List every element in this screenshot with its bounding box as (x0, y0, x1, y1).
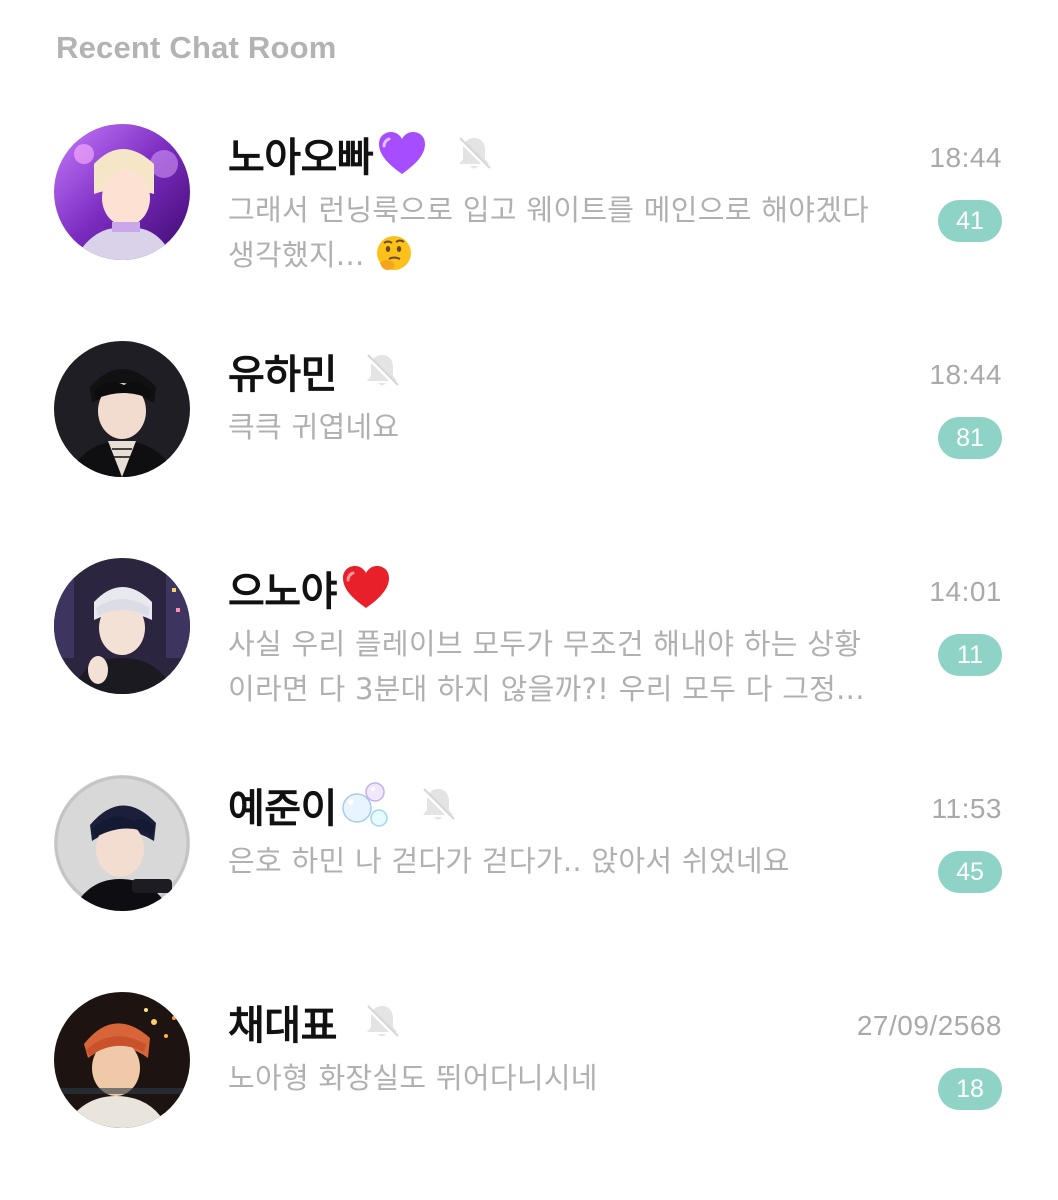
chat-row-chae[interactable]: 채대표 노아형 화장실도 뛰어다니시네 27/09/2568 18 (0, 992, 1058, 1192)
thinking-face-icon (374, 233, 414, 273)
contact-name: 으노야 (228, 569, 337, 615)
chat-list: 노아오빠 그래서 런닝룩으로 입고 웨이트를 메인으로 해야겠다 생각했지...… (0, 0, 1058, 1200)
contact-name: 유하민 (228, 352, 337, 398)
muted-bell-icon (453, 133, 495, 175)
message-time: 27/09/2568 (856, 1010, 1002, 1041)
chat-row-hamin[interactable]: 유하민 큭큭 귀엽네요 18:44 81 (0, 341, 1058, 541)
unread-badge: 41 (938, 200, 1002, 242)
message-time: 14:01 (929, 576, 1002, 607)
preview-text: 노아형 화장실도 뛰어다니시네 (228, 1061, 598, 1095)
avatar[interactable] (54, 341, 190, 477)
message-preview: 노아형 화장실도 뛰어다니시네 (228, 1056, 888, 1101)
muted-bell-icon (417, 784, 459, 826)
preview-text: 그래서 런닝룩으로 입고 웨이트를 메인으로 해야겠다 생각했지... (228, 193, 870, 272)
contact-name: 예준이 (228, 786, 337, 832)
purple-heart-icon (375, 127, 429, 181)
message-time: 11:53 (931, 793, 1002, 824)
message-preview: 그래서 런닝룩으로 입고 웨이트를 메인으로 해야겠다 생각했지... (228, 188, 888, 278)
message-preview: 사실 우리 플레이브 모두가 무조건 해내야 하는 상황이라면 다 3분대 하지… (228, 622, 888, 712)
unread-badge: 81 (938, 417, 1002, 459)
bubbles-icon (339, 778, 393, 832)
name-line: 예준이 (228, 775, 459, 835)
contact-name: 채대표 (228, 1003, 337, 1049)
contact-name: 노아오빠 (228, 135, 374, 181)
chat-row-eunho[interactable]: 으노야 사실 우리 플레이브 모두가 무조건 해내야 하는 상황이라면 다 3분… (0, 558, 1058, 758)
unread-badge: 45 (938, 851, 1002, 893)
name-line: 으노야 (228, 558, 393, 618)
avatar[interactable] (54, 124, 190, 260)
avatar-image (54, 992, 190, 1128)
avatar[interactable] (54, 992, 190, 1128)
muted-bell-icon (361, 1001, 403, 1043)
preview-text: 큭큭 귀엽네요 (228, 410, 400, 444)
unread-badge: 11 (938, 634, 1002, 676)
chat-row-noah[interactable]: 노아오빠 그래서 런닝룩으로 입고 웨이트를 메인으로 해야겠다 생각했지...… (0, 124, 1058, 324)
message-preview: 큭큭 귀엽네요 (228, 405, 888, 450)
muted-bell-icon (361, 350, 403, 392)
name-line: 유하민 (228, 341, 403, 401)
recent-chat-room-screen: Recent Chat Room 노아오빠 그래서 런닝룩으로 입고 웨이트를 … (0, 0, 1058, 1200)
preview-text: 은호 하민 나 걷다가 걷다가.. 앉아서 쉬었네요 (228, 844, 790, 878)
avatar[interactable] (54, 775, 190, 911)
message-time: 18:44 (929, 142, 1002, 173)
preview-text: 사실 우리 플레이브 모두가 무조건 해내야 하는 상황이라면 다 3분대 하지… (228, 627, 865, 706)
chat-row-yejun[interactable]: 예준이 은호 하민 나 걷다가 걷다가.. 앉아서 쉬었네요 11:53 45 (0, 775, 1058, 975)
avatar-image (54, 341, 190, 477)
unread-badge: 18 (938, 1068, 1002, 1110)
name-line: 노아오빠 (228, 124, 495, 184)
red-heart-icon (339, 561, 393, 615)
avatar-image (54, 124, 190, 260)
message-preview: 은호 하민 나 걷다가 걷다가.. 앉아서 쉬었네요 (228, 839, 888, 884)
avatar[interactable] (54, 558, 190, 694)
message-time: 18:44 (929, 359, 1002, 390)
avatar-image (54, 558, 190, 694)
avatar-image (54, 775, 190, 911)
name-line: 채대표 (228, 992, 403, 1052)
